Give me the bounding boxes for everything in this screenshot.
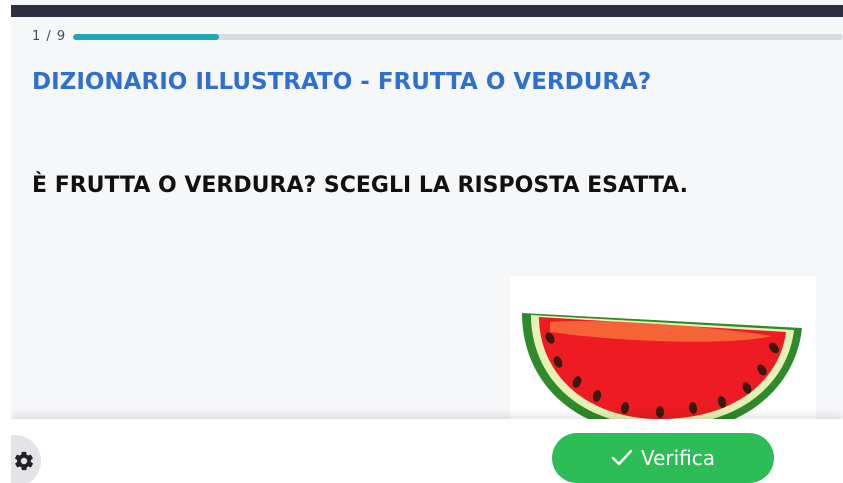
progress-row: 1 / 9 xyxy=(11,26,843,46)
verify-button-label: Verifica xyxy=(640,446,716,470)
footer-bar: Verifica xyxy=(11,419,843,483)
progress-bar xyxy=(73,34,843,40)
top-bar xyxy=(11,5,843,17)
course-title: DIZIONARIO ILLUSTRATO - FRUTTA O VERDURA… xyxy=(32,69,652,95)
checkmark-icon xyxy=(611,449,633,466)
quiz-screen: 1 / 9 DIZIONARIO ILLUSTRATO - FRUTTA O V… xyxy=(11,0,843,483)
progress-bar-fill xyxy=(73,34,220,40)
question-counter: 1 / 9 xyxy=(32,29,67,44)
watermelon-illustration xyxy=(522,313,802,426)
gear-icon xyxy=(14,451,34,471)
question-text: È FRUTTA O VERDURA? SCEGLI LA RISPOSTA E… xyxy=(32,173,688,198)
settings-button[interactable] xyxy=(11,435,41,483)
question-image xyxy=(510,276,816,426)
verify-button[interactable]: Verifica xyxy=(552,433,774,483)
